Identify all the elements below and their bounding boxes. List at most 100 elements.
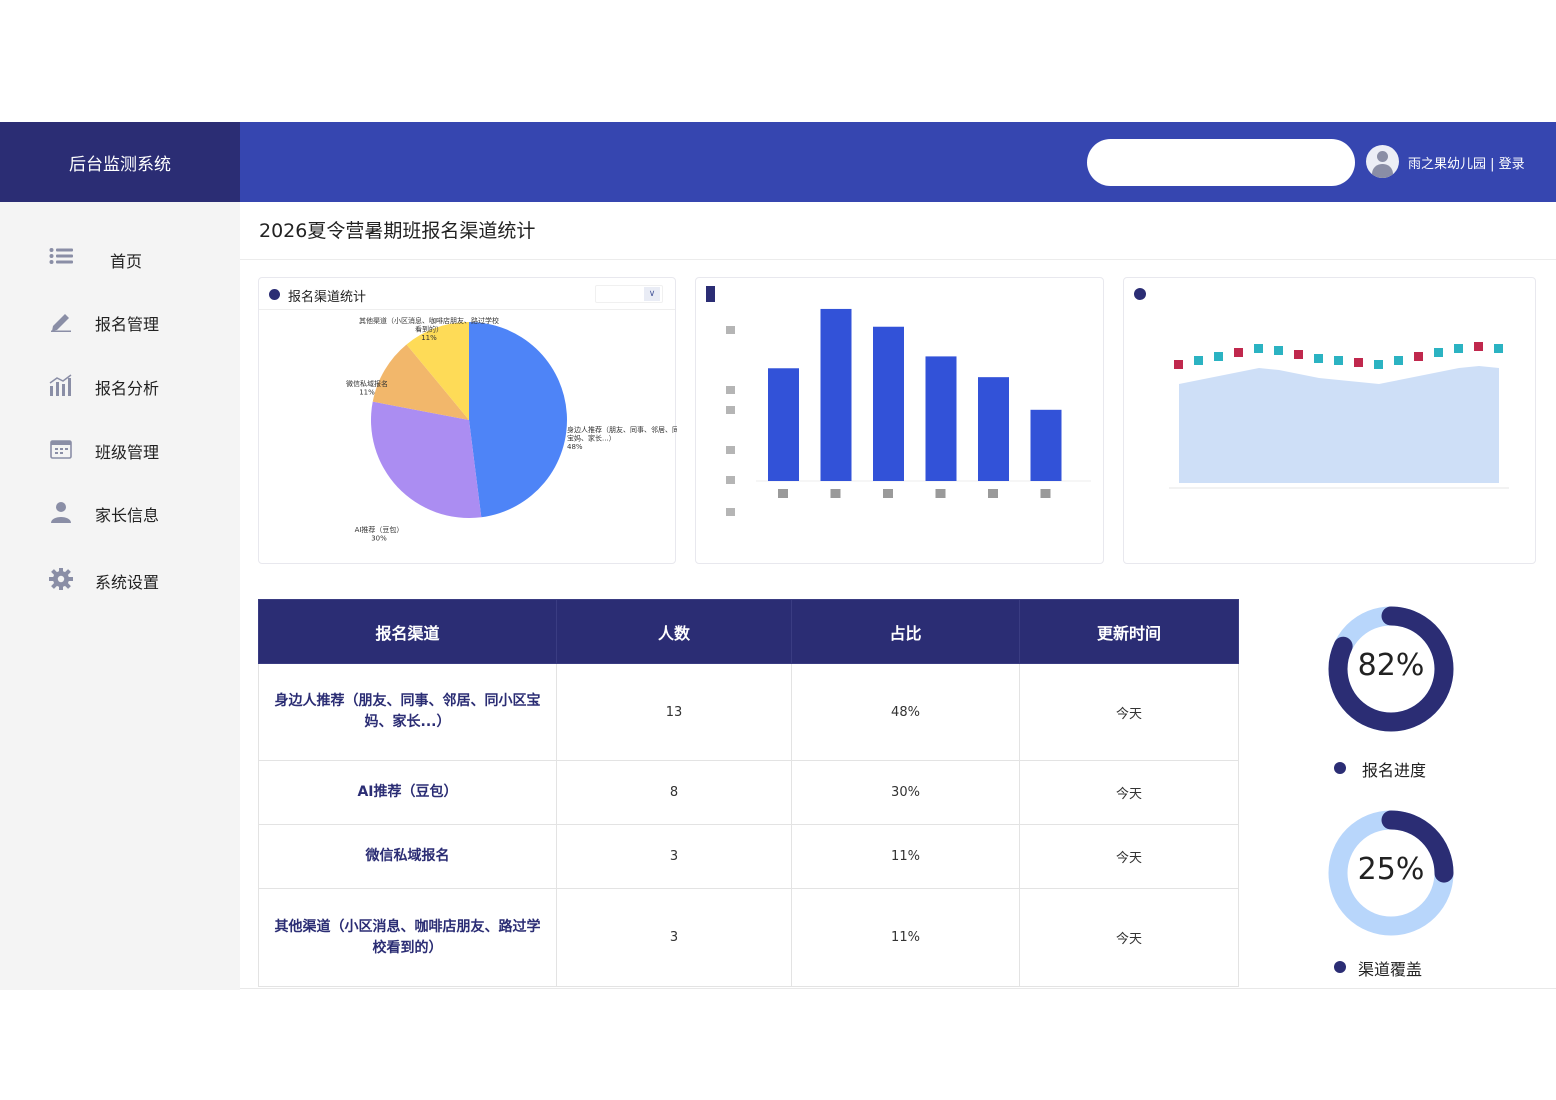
data-point[interactable] [1174,360,1183,369]
sidebar-item-classes[interactable]: 班级管理 [0,427,240,471]
chart-filter-dropdown[interactable]: ∨ [595,285,663,303]
data-point[interactable] [1274,346,1283,355]
bar[interactable] [873,326,904,481]
column-header[interactable]: 人数 [556,599,792,664]
page-title: 2026夏令营暑期班报名渠道统计 [259,220,536,242]
data-point[interactable] [1374,360,1383,369]
table-header-row: 报名渠道 人数 占比 更新时间 [258,599,1239,664]
sidebar-item-settings[interactable]: 系统设置 [0,557,240,601]
data-point[interactable] [1394,356,1403,365]
pie-slice-label: 身边人推荐（朋友、同事、邻居、同小区宝妈、家长...）48% [567,425,677,451]
x-tick-label [988,489,998,498]
data-point[interactable] [1214,352,1223,361]
data-point[interactable] [1234,348,1243,357]
time-cell: 今天 [1019,760,1239,825]
bar[interactable] [1030,409,1062,481]
data-point[interactable] [1334,356,1343,365]
data-point[interactable] [1434,348,1443,357]
y-tick-label [726,326,735,334]
sidebar-item-home[interactable]: 首页 [0,236,240,280]
bar-chart-card [695,277,1104,564]
sidebar-item-parents[interactable]: 家长信息 [0,490,240,534]
table-row[interactable]: 其他渠道（小区消息、咖啡店朋友、路过学校看到的） 3 11% 今天 [258,888,1239,987]
bar[interactable] [820,308,852,481]
count-cell: 13 [556,663,792,761]
y-tick-label [726,406,735,414]
coverage-label: 渠道覆盖 [1358,960,1423,979]
time-cell: 今天 [1019,888,1239,987]
count-cell: 3 [556,888,792,987]
data-point[interactable] [1314,354,1323,363]
x-tick-label [830,489,841,498]
x-tick-label [935,489,946,498]
table-row[interactable]: 身边人推荐（朋友、同事、邻居、同小区宝妈、家长...） 13 48% 今天 [258,663,1239,761]
data-point[interactable] [1254,344,1263,353]
avatar-icon[interactable] [1366,145,1399,178]
data-point[interactable] [1494,344,1503,353]
sidebar-item-label: 报名管理 [95,315,160,334]
channel-cell: 身边人推荐（朋友、同事、邻居、同小区宝妈、家长...） [258,663,557,761]
data-point[interactable] [1414,352,1423,361]
channel-cell: 其他渠道（小区消息、咖啡店朋友、路过学校看到的） [258,888,557,987]
x-tick-label [883,489,893,498]
divider [240,259,1556,260]
divider [240,988,1556,989]
calendar-icon [50,440,72,459]
column-header[interactable]: 报名渠道 [258,599,557,664]
user-info: 雨之果幼儿园 | 登录 [1408,153,1525,172]
school-name: 雨之果幼儿园 | [1408,157,1499,172]
data-point[interactable] [1474,342,1483,351]
legend-dot-icon [1134,288,1146,300]
bar-chart-icon [49,374,72,396]
person-icon [51,502,71,523]
time-cell: 今天 [1019,663,1239,761]
bar[interactable] [925,356,957,481]
legend-dot-icon [1334,762,1346,774]
data-point[interactable] [1354,358,1363,367]
ratio-cell: 30% [791,760,1020,825]
ratio-cell: 11% [791,824,1020,889]
y-tick-label [726,508,735,516]
count-cell: 8 [556,760,792,825]
y-tick-label [726,476,735,484]
channel-cell: AI推荐（豆包） [258,760,557,825]
table-row[interactable]: AI推荐（豆包） 8 30% 今天 [258,760,1239,825]
sidebar-item-label: 班级管理 [95,443,160,462]
y-tick-label [726,446,735,454]
bar[interactable] [978,377,1009,481]
coverage-value: 25% [1357,852,1425,887]
login-link[interactable]: 登录 [1499,157,1525,172]
pie-chart: 身边人推荐（朋友、同事、邻居、同小区宝妈、家长...）48% AI推荐（豆包）30… [346,316,677,543]
y-tick-label [726,386,735,394]
bullet-icon [269,289,280,300]
area-chart-card [1123,277,1536,564]
sidebar-item-label: 首页 [110,252,143,271]
data-point[interactable] [1454,344,1463,353]
data-point[interactable] [1194,356,1203,365]
ratio-cell: 48% [791,663,1020,761]
progress-label: 报名进度 [1362,761,1427,780]
search-input[interactable] [1087,139,1355,186]
column-header[interactable]: 占比 [791,599,1020,664]
ratio-cell: 11% [791,888,1020,987]
time-cell: 今天 [1019,824,1239,889]
card-header: 报名渠道统计 ∨ [259,278,675,310]
channel-table: 报名渠道 人数 占比 更新时间 身边人推荐（朋友、同事、邻居、同小区宝妈、家长.… [258,599,1239,987]
brand-text: 后台监测系统 [69,154,171,175]
list-icon [49,248,73,269]
sidebar-item-label: 系统设置 [95,573,160,592]
bar[interactable] [768,368,799,481]
sidebar-item-analysis[interactable]: 报名分析 [0,363,240,407]
channel-cell: 微信私域报名 [258,824,557,889]
table-row[interactable]: 微信私域报名 3 11% 今天 [258,824,1239,889]
column-header[interactable]: 更新时间 [1019,599,1239,664]
area-fill [1179,366,1499,483]
gear-icon [49,568,73,590]
chevron-down-icon[interactable]: ∨ [644,287,660,301]
sidebar: 首页 报名管理 报名分析 班级管理 家长信息 系统设置 [0,202,240,990]
legend-dot-icon [1334,961,1346,973]
pie-slice[interactable] [469,322,567,518]
sidebar-item-registration[interactable]: 报名管理 [0,299,240,343]
data-point[interactable] [1294,350,1303,359]
sidebar-item-label: 报名分析 [95,379,160,398]
